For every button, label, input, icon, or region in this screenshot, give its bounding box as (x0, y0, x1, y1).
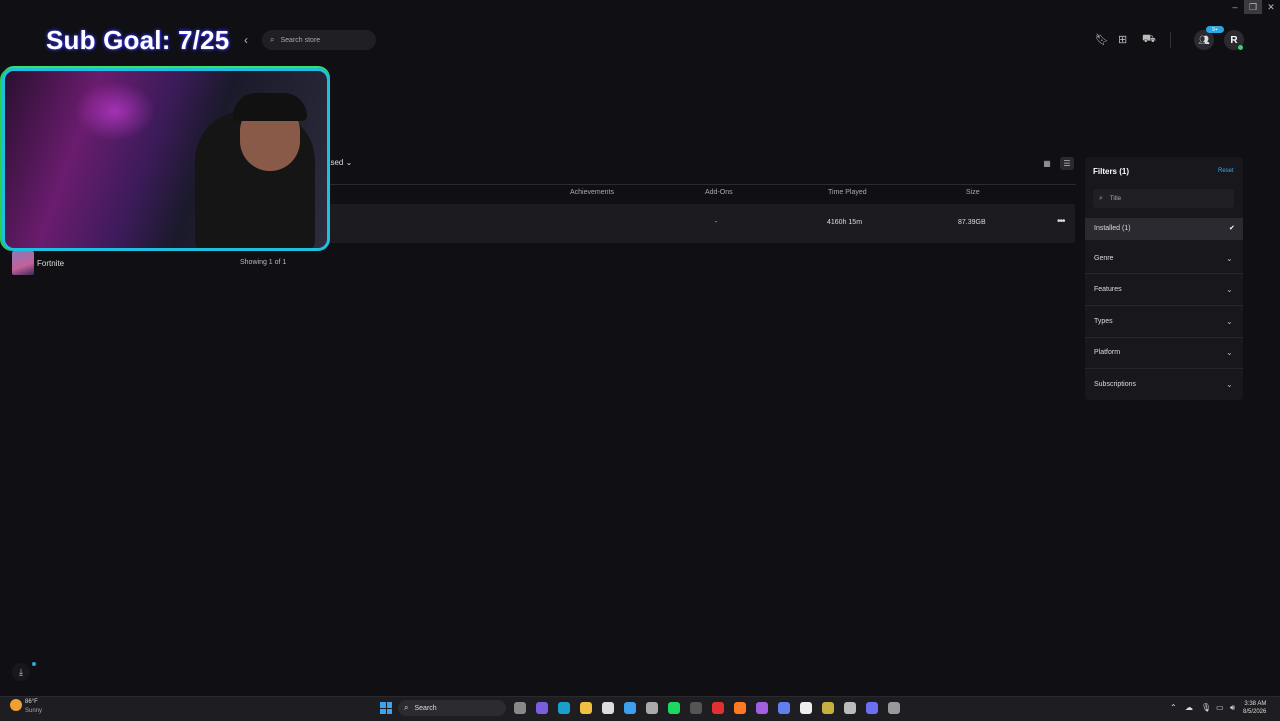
store-icon[interactable] (602, 702, 614, 714)
filter-platform[interactable]: Platform (1094, 349, 1120, 356)
weather-temp: 86°F (25, 699, 38, 705)
store-search-placeholder: Search store (280, 36, 321, 44)
chevron-down-icon[interactable]: ⌄ (1226, 348, 1233, 357)
row-size: 87.39GB (958, 219, 986, 226)
filter-divider (1085, 273, 1243, 274)
filter-divider (1085, 337, 1243, 338)
app-icon[interactable] (888, 702, 900, 714)
copilot-icon[interactable] (536, 702, 548, 714)
clock-time: 3:38 AM (1244, 701, 1267, 707)
chevron-down-icon[interactable]: ⌄ (1226, 285, 1233, 294)
terminal-icon[interactable] (690, 702, 702, 714)
weather-condition: Sunny (25, 708, 43, 714)
filters-title: Filters (1) (1093, 167, 1130, 176)
header-divider-line (320, 184, 1076, 185)
cloud-icon[interactable]: ☁ (1185, 703, 1193, 712)
chevron-down-icon[interactable]: ⌄ (1226, 317, 1233, 326)
webcam-light (75, 81, 155, 141)
opera-icon[interactable] (712, 702, 724, 714)
search-icon: ⌕ (404, 703, 409, 712)
app-icon[interactable] (756, 702, 768, 714)
app-icon[interactable] (778, 702, 790, 714)
window-controls: – ❐ ✕ (1226, 0, 1280, 14)
volume-icon[interactable]: 🔊︎ (1230, 703, 1235, 713)
online-status-dot (1238, 45, 1243, 50)
download-indicator (32, 662, 36, 666)
taskbar-apps (514, 702, 900, 714)
subgoal-overlay: Sub Goal: 7/25 (46, 25, 230, 55)
col-size: Size (966, 189, 980, 196)
weather-icon[interactable] (10, 699, 22, 711)
showing-count: Showing 1 of 1 (240, 259, 287, 266)
filter-title-input[interactable]: ⌕ Title (1093, 189, 1234, 208)
filter-installed-label: Installed (1) (1094, 225, 1131, 232)
chevron-down-icon[interactable]: ⌄ (1226, 254, 1233, 263)
filter-types[interactable]: Types (1094, 318, 1113, 325)
download-icon[interactable]: ⤓ (12, 663, 30, 681)
wishlist-icon[interactable]: 🔖︎ (1095, 33, 1109, 46)
filter-features[interactable]: Features (1094, 286, 1122, 293)
app-icon[interactable] (646, 702, 658, 714)
back-icon[interactable]: ‹ (244, 33, 248, 47)
restore-icon[interactable]: ❐ (1244, 0, 1262, 14)
network-icon[interactable]: ▭ (1216, 703, 1224, 712)
filter-divider (1085, 368, 1243, 369)
task-view-icon[interactable] (514, 702, 526, 714)
close-icon[interactable]: ✕ (1262, 0, 1280, 14)
chevron-down-icon: ⌄ (345, 158, 353, 167)
taskbar-clock[interactable]: 3:38 AM 8/5/2026 (1243, 700, 1266, 716)
friends-badge: 9+ (1206, 26, 1224, 33)
filter-genre[interactable]: Genre (1094, 255, 1113, 262)
app-icon[interactable] (822, 702, 834, 714)
header-divider (1170, 32, 1171, 48)
obs-icon[interactable] (844, 702, 856, 714)
row-addons: - (715, 219, 718, 226)
game-title[interactable]: Fortnite (37, 259, 64, 268)
taskbar-search[interactable]: ⌕ Search (398, 700, 506, 716)
tray-overflow-icon[interactable]: ⌃ (1170, 703, 1177, 712)
epic-games-icon[interactable] (800, 702, 812, 714)
chrome-icon[interactable] (624, 702, 636, 714)
friends-icon[interactable]: 👥︎ (1194, 30, 1214, 50)
file-explorer-icon[interactable] (580, 702, 592, 714)
filter-subscriptions[interactable]: Subscriptions (1094, 381, 1136, 388)
clock-date: 8/5/2026 (1243, 709, 1267, 715)
search-icon: ⌕ (270, 35, 275, 44)
filter-title-placeholder: Title (1109, 195, 1122, 202)
col-achievements: Achievements (570, 189, 614, 196)
cart-icon[interactable]: ⛟ (1142, 33, 1156, 47)
edge-icon[interactable] (558, 702, 570, 714)
list-view-icon[interactable]: ☰ (1060, 157, 1074, 170)
col-time-played: Time Played (828, 189, 867, 196)
search-icon: ⌕ (1099, 194, 1103, 202)
minimize-icon[interactable]: – (1226, 0, 1244, 14)
discord-icon[interactable] (866, 702, 878, 714)
firefox-icon[interactable] (734, 702, 746, 714)
row-time-played: 4160h 15m (827, 219, 863, 226)
filters-reset-button[interactable]: Reset (1218, 168, 1234, 174)
taskbar-search-label: Search (414, 704, 437, 712)
more-options-icon[interactable]: ••• (1057, 216, 1065, 227)
gift-icon[interactable]: ⊞ (1118, 33, 1127, 46)
game-thumbnail[interactable] (12, 251, 34, 275)
filter-divider (1085, 305, 1243, 306)
spotify-icon[interactable] (668, 702, 680, 714)
grid-view-icon[interactable]: ▦ (1040, 157, 1054, 170)
microphone-icon[interactable]: 🎙︎ (1201, 703, 1211, 712)
webcam-hat (233, 93, 307, 121)
col-addons: Add-Ons (705, 189, 733, 196)
check-icon: ✔ (1229, 225, 1235, 232)
chevron-down-icon[interactable]: ⌄ (1226, 380, 1233, 389)
start-icon[interactable] (380, 702, 392, 714)
store-search[interactable]: ⌕ Search store (262, 30, 376, 50)
webcam-overlay (2, 68, 330, 251)
